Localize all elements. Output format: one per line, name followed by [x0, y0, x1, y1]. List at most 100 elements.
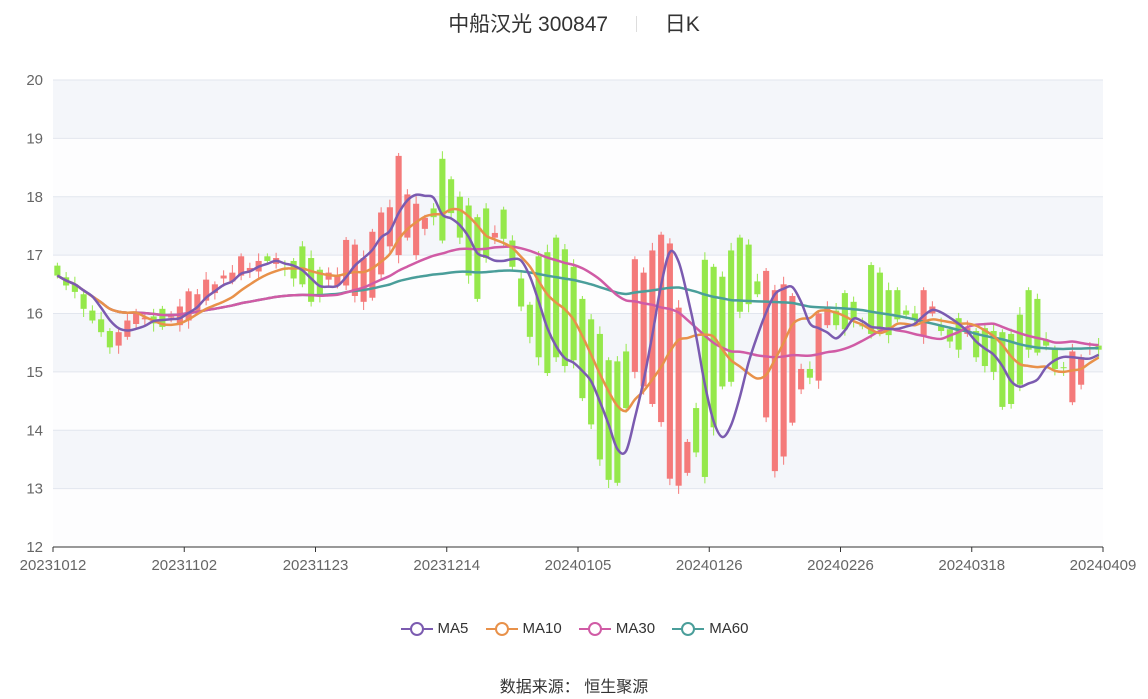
y-tick-label: 14 — [26, 422, 43, 439]
grid-band — [53, 196, 1103, 256]
legend-item-ma10[interactable]: MA10 — [485, 620, 562, 637]
candle-down — [570, 259, 577, 369]
legend-marker-ma30-icon — [578, 622, 611, 636]
candle-up — [378, 207, 385, 280]
x-tick-label: 20240226 — [807, 557, 874, 574]
candle-body — [264, 256, 271, 261]
candle-body — [115, 332, 122, 346]
candle-body — [868, 265, 875, 334]
candle-body — [544, 252, 551, 374]
candle-body — [421, 217, 428, 229]
candle-body — [684, 441, 691, 473]
x-tick-label: 20240126 — [676, 557, 743, 574]
candle-body — [745, 244, 752, 305]
legend-marker-ma10-icon — [485, 622, 518, 636]
legend-item-ma60[interactable]: MA60 — [671, 620, 748, 637]
candle-body — [631, 259, 638, 372]
candle-body — [806, 368, 813, 378]
candle-body — [719, 276, 726, 387]
candle-down — [876, 267, 883, 337]
candle-body — [518, 278, 525, 307]
legend: MA5 MA10 MA30 MA60 — [0, 620, 1148, 637]
candle-down — [693, 402, 700, 458]
candle-up — [763, 267, 770, 423]
y-tick-label: 13 — [26, 481, 43, 498]
candle-body — [456, 196, 463, 238]
candle-body — [693, 408, 700, 453]
grid-band — [53, 80, 1103, 139]
candle-down — [736, 234, 743, 319]
candle-down — [299, 241, 306, 288]
candle-body — [763, 270, 770, 418]
candle-body — [710, 266, 717, 428]
candle-down — [439, 151, 446, 244]
x-tick-label: 20240105 — [545, 557, 612, 574]
candle-up — [631, 256, 638, 379]
grid-band — [53, 138, 1103, 197]
candle-body — [220, 275, 227, 279]
candle-body — [1016, 314, 1023, 385]
candle-body — [1078, 357, 1085, 385]
candle-up — [675, 300, 682, 494]
candle-down — [159, 305, 166, 330]
legend-item-ma5[interactable]: MA5 — [400, 620, 468, 637]
candle-body — [841, 293, 848, 330]
candle-body — [98, 319, 105, 333]
candle-body — [876, 272, 883, 330]
candle-body — [666, 243, 673, 479]
candle-body — [675, 307, 682, 486]
candle-body — [360, 258, 367, 302]
legend-marker-ma5-icon — [400, 622, 433, 636]
grid-band — [53, 430, 1103, 489]
candle-body — [754, 281, 761, 295]
candle-up — [343, 237, 350, 291]
y-tick-label: 16 — [26, 306, 43, 323]
candle-body — [491, 232, 498, 238]
candle-body — [124, 320, 131, 337]
candle-up — [658, 231, 665, 427]
candle-up — [815, 310, 822, 389]
y-tick-label: 19 — [26, 130, 43, 147]
candle-body — [771, 290, 778, 472]
y-tick-label: 17 — [26, 247, 43, 264]
candle-body — [1025, 290, 1032, 350]
candle-body — [89, 310, 96, 321]
candle-up — [413, 196, 420, 260]
candle-down — [579, 295, 586, 402]
candle-body — [185, 291, 192, 321]
candle-down — [728, 242, 735, 387]
candle-body — [413, 203, 420, 256]
candle-body — [378, 212, 385, 275]
candle-body — [439, 158, 446, 241]
candle-body — [623, 351, 630, 409]
candle-up — [789, 293, 796, 426]
candle-body — [1069, 351, 1076, 403]
candle-body — [80, 294, 87, 309]
legend-item-ma30[interactable]: MA30 — [578, 620, 655, 637]
candle-body — [798, 368, 805, 390]
legend-label-ma10: MA10 — [522, 620, 562, 637]
candle-body — [789, 295, 796, 423]
candle-body — [509, 240, 516, 267]
y-tick-label: 12 — [26, 539, 43, 556]
candle-body — [1060, 367, 1067, 369]
candle-down — [456, 191, 463, 245]
grid-band — [53, 488, 1103, 547]
x-tick-label: 20231102 — [151, 557, 217, 574]
x-tick-label: 20231012 — [20, 557, 87, 574]
candle-body — [553, 237, 560, 358]
legend-marker-ma60-icon — [672, 622, 705, 636]
x-tick-label: 20240409 — [1070, 557, 1137, 574]
legend-label-ma60: MA60 — [709, 620, 749, 637]
candle-down — [614, 356, 621, 486]
candle-down — [588, 314, 595, 430]
candle-body — [614, 361, 621, 483]
candle-body — [168, 316, 175, 318]
legend-label-ma30: MA30 — [615, 620, 656, 637]
x-tick-label: 20240318 — [938, 557, 1005, 574]
candle-body — [579, 298, 586, 399]
candle-up — [1069, 343, 1076, 406]
candle-down — [719, 271, 726, 390]
kline-chart: 12 13 14 15 16 17 18 19 20 20231012 20231102 202311… — [20, 72, 1137, 574]
y-tick-label: 18 — [26, 189, 43, 206]
